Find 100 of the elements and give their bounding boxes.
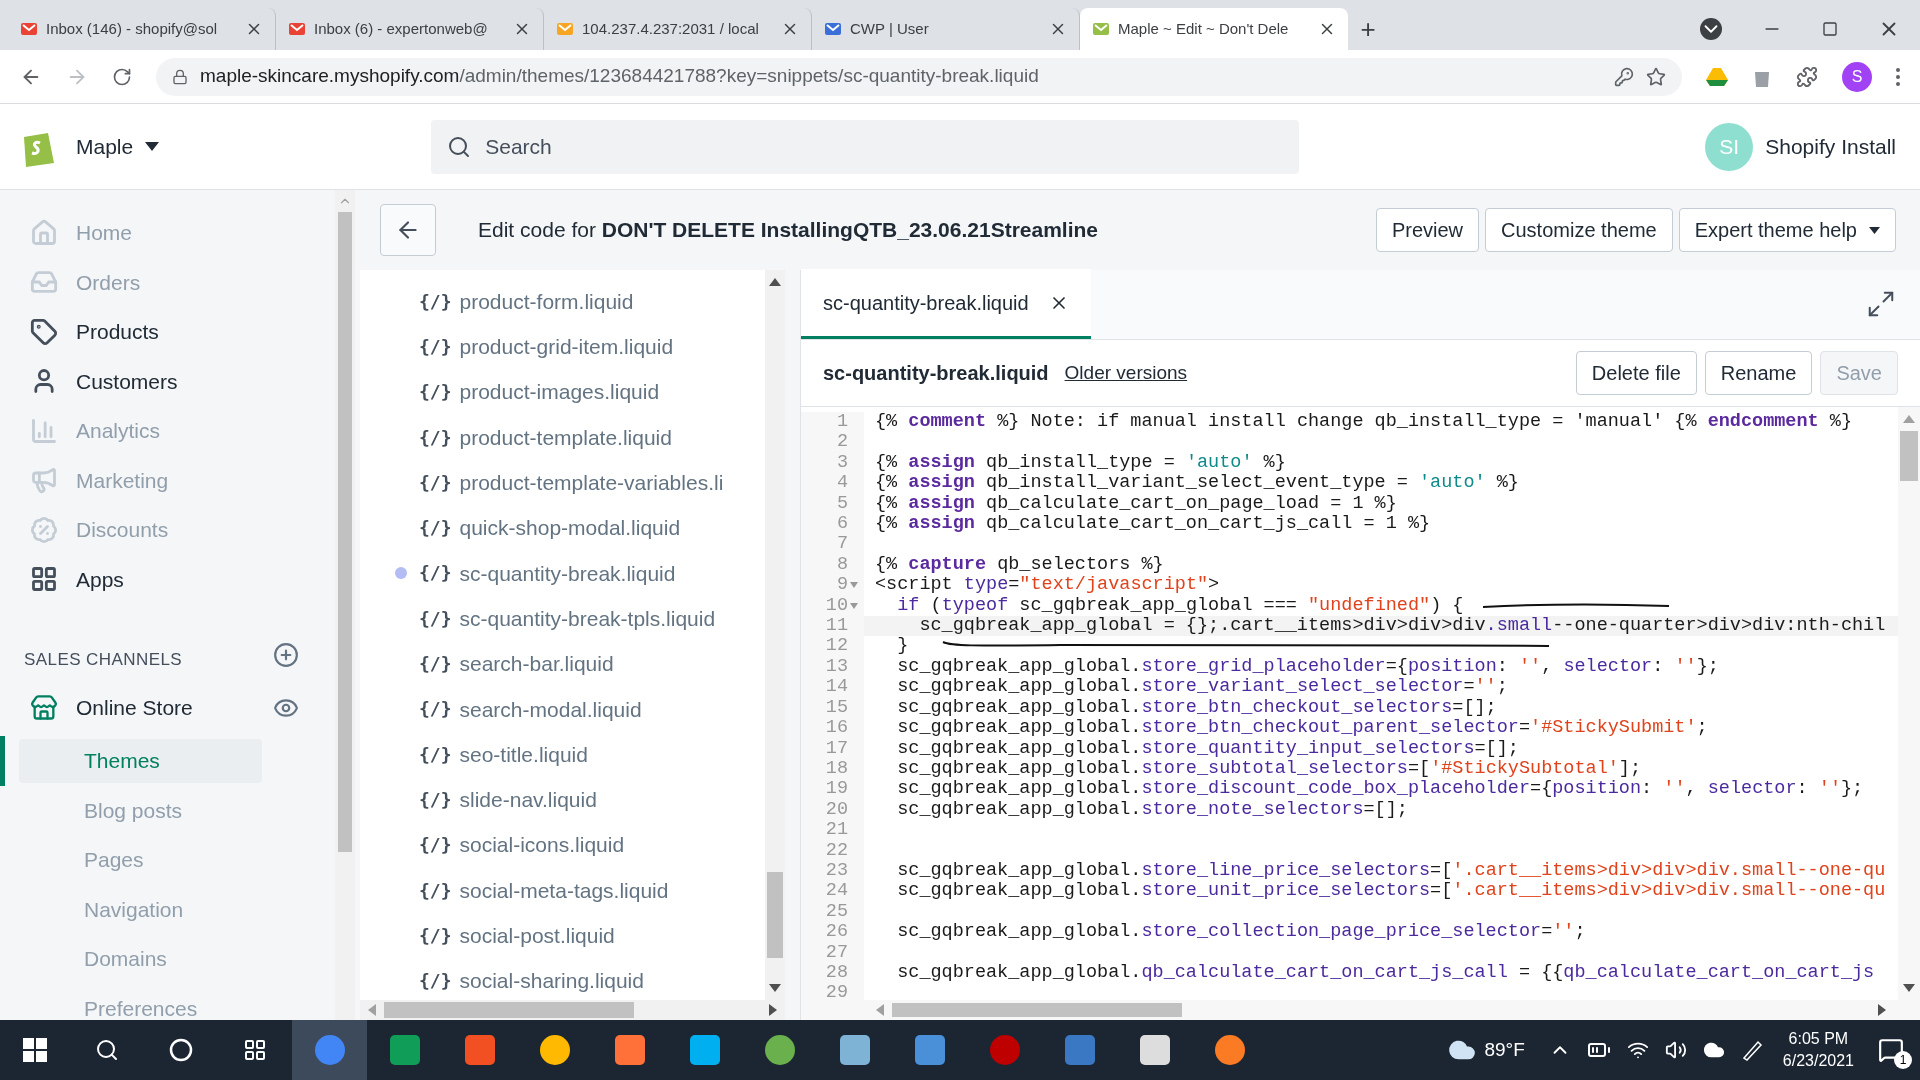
file-item[interactable]: slide-nav.liquid <box>459 784 597 816</box>
scrollbar[interactable] <box>1898 407 1920 1020</box>
weather-text[interactable]: 89°F <box>1484 1035 1525 1065</box>
code-line: sc_gqbreak_app_global = {};.cart__items>div>div>div.small--one-quarter>div>div:nth-chil <box>918 616 1886 637</box>
scroll-thumb[interactable] <box>892 1003 1182 1017</box>
file-item[interactable]: search-bar.liquid <box>459 648 614 680</box>
new-tab-button[interactable]: + <box>1348 8 1388 50</box>
nav-subitem[interactable]: Blog posts <box>19 788 262 833</box>
file-item[interactable]: product-form.liquid <box>459 285 634 318</box>
line-number: 8 <box>836 554 848 576</box>
scroll-down-icon[interactable] <box>769 984 781 992</box>
line-number: 27 <box>825 942 848 963</box>
add-icon[interactable] <box>273 642 299 668</box>
older-versions-link[interactable]: Older versions <box>1064 358 1188 388</box>
file-item[interactable]: quick-shop-modal.liquid <box>459 512 681 544</box>
address-bar[interactable]: maple-skincare.myshopify.com/admin/themes/123684421788?key=snippets/sc-quantity-break.liquid <box>156 57 1682 96</box>
toolbar-button[interactable]: Customize theme <box>1485 208 1673 252</box>
tab-title: Maple ~ Edit ~ Don't Dele <box>1118 18 1290 39</box>
star-icon[interactable] <box>1646 66 1666 87</box>
file-item[interactable]: social-meta-tags.liquid <box>459 874 669 907</box>
nav-subitem[interactable]: Navigation <box>19 887 262 932</box>
tab-title: 104.237.4.237:2031 / local <box>582 18 760 39</box>
code-line: } <box>896 636 909 657</box>
code-line: sc_gqbreak_app_global.qb_calculate_cart_on_cart_js_call = {{qb_calculate_cart_on_cart_js <box>896 962 1875 984</box>
file-item[interactable]: product-template-variables.li <box>459 467 724 499</box>
code-line: sc_gqbreak_app_global.store_unit_price_selectors=['.cart__items>div>div>div.small--one-qu <box>896 881 1886 902</box>
scroll-up-icon[interactable] <box>769 278 781 286</box>
nav-item[interactable]: Online Store <box>76 692 255 724</box>
code-line: {% assign qb_install_variant_select_event_type = 'auto' %} <box>875 473 1519 494</box>
expand-icon[interactable] <box>1866 289 1896 319</box>
toolbar-button[interactable]: Expert theme help <box>1678 208 1896 252</box>
code-line: sc_gqbreak_app_global.store_btn_checkout_selectors=[]; <box>896 697 1497 719</box>
line-number: 9 <box>836 575 848 596</box>
code-line: {% assign qb_calculate_cart_on_cart_js_call = 1 %} <box>875 514 1431 535</box>
extensions-icon[interactable] <box>1796 65 1818 88</box>
horizontal-scrollbar[interactable] <box>801 1000 1898 1020</box>
store-switcher[interactable]: Maple <box>76 130 160 163</box>
line-number: 29 <box>825 983 848 1000</box>
fold-icon[interactable] <box>850 602 858 609</box>
browser-tab[interactable]: Maple ~ Edit ~ Don't Dele <box>1080 8 1348 50</box>
fold-icon[interactable] <box>850 582 858 589</box>
nav-subitem[interactable]: Pages <box>19 837 262 882</box>
file-item[interactable]: search-modal.liquid <box>459 693 642 726</box>
scroll-thumb[interactable] <box>767 872 783 958</box>
action-button[interactable]: Delete file <box>1575 351 1697 395</box>
code-line: sc_gqbreak_app_global.store_quantity_input_selectors=[]; <box>896 738 1519 759</box>
scroll-right-icon[interactable] <box>769 1004 777 1016</box>
bar-chart-icon <box>30 416 58 445</box>
file-item[interactable]: social-post.liquid <box>459 920 615 952</box>
code-file-icon: {/} <box>417 560 454 587</box>
search-icon[interactable] <box>95 1038 119 1062</box>
file-item[interactable]: sc-quantity-break.liquid <box>459 557 676 590</box>
task-view-icon[interactable] <box>243 1038 267 1062</box>
search-field[interactable]: Search <box>431 119 1300 174</box>
tab-search-icon[interactable] <box>1700 18 1722 40</box>
code-file-icon: {/} <box>417 379 454 406</box>
scroll-down-icon[interactable] <box>1903 984 1915 992</box>
scroll-thumb[interactable] <box>1900 431 1918 481</box>
scroll-thumb[interactable] <box>384 1002 634 1018</box>
back-button[interactable] <box>380 204 436 256</box>
tag-icon <box>30 317 58 346</box>
triangle-icon[interactable] <box>1706 66 1728 87</box>
file-item[interactable]: product-template.liquid <box>459 421 672 454</box>
file-item[interactable]: social-sharing.liquid <box>459 965 644 997</box>
file-item[interactable]: sc-quantity-break-tpls.liquid <box>459 602 716 635</box>
scrollbar[interactable] <box>765 270 785 1000</box>
pen-icon[interactable] <box>1740 1039 1763 1061</box>
speaker-icon[interactable] <box>1664 1039 1687 1061</box>
reload-icon[interactable] <box>112 66 132 87</box>
code-line: {% comment %} Note: if manual install change qb_install_type = 'manual' {% endcomment %} <box>875 412 1852 433</box>
file-item[interactable]: seo-title.liquid <box>459 738 588 771</box>
restore-icon[interactable] <box>1822 21 1838 37</box>
circle-icon[interactable] <box>169 1038 193 1062</box>
user-name[interactable]: Shopify Install <box>1765 130 1896 163</box>
toolbar-button[interactable]: Preview <box>1375 208 1480 252</box>
scrollbar[interactable] <box>335 190 355 1020</box>
horizontal-scrollbar[interactable] <box>360 1000 785 1020</box>
file-item[interactable]: product-grid-item.liquid <box>459 331 674 363</box>
code-line: sc_gqbreak_app_global.store_subtotal_selectors=['#StickySubtotal']; <box>896 758 1642 780</box>
file-item[interactable]: social-icons.liquid <box>459 829 625 861</box>
code-file-icon: {/} <box>417 741 454 768</box>
file-item[interactable]: product-images.liquid <box>459 376 660 408</box>
nav-subitem[interactable]: Themes <box>19 738 262 783</box>
scroll-thumb[interactable] <box>338 212 352 852</box>
profile-avatar[interactable]: S <box>1842 61 1872 92</box>
action-button[interactable]: Rename <box>1704 351 1813 395</box>
nav-subitem[interactable]: Preferences <box>19 986 262 1020</box>
scroll-right-icon[interactable] <box>1878 1004 1886 1016</box>
store-icon <box>30 694 58 722</box>
menu-icon[interactable] <box>1896 67 1900 86</box>
nav-item[interactable]: Apps <box>0 554 335 604</box>
key-icon[interactable] <box>1614 66 1634 87</box>
nav-subitem[interactable]: Domains <box>19 936 262 981</box>
nav-item[interactable]: Products <box>0 307 335 357</box>
editor-tab[interactable]: sc-quantity-break.liquid <box>801 269 1091 339</box>
line-number: 18 <box>825 758 848 780</box>
line-number: 2 <box>836 432 848 453</box>
nav-item[interactable]: Customers <box>0 356 335 406</box>
code-file-icon: {/} <box>417 922 454 949</box>
clock[interactable]: 6:05 PM 6/23/2021 <box>1782 1028 1854 1072</box>
